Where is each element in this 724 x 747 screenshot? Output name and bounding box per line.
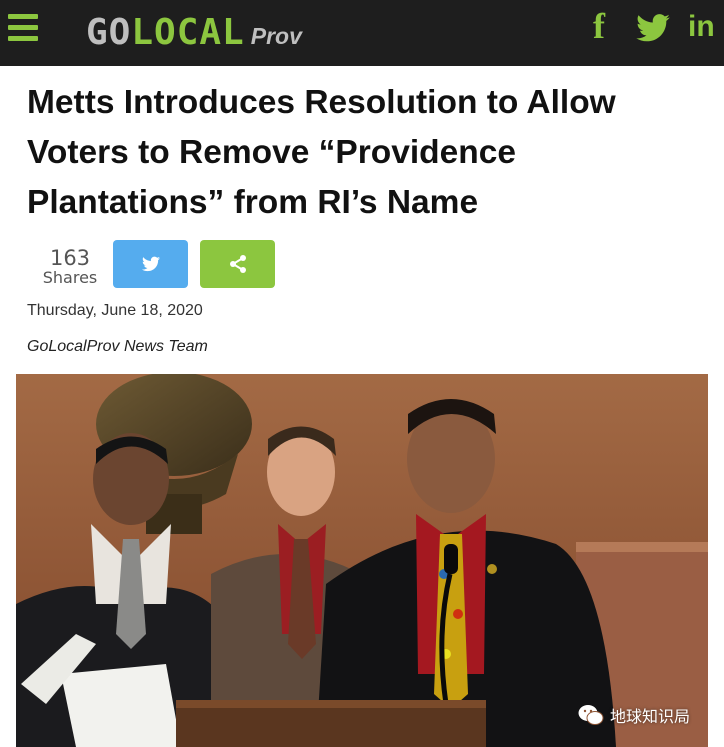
- article-photo: 地球知识局: [16, 374, 708, 747]
- share-count-number: 163: [49, 246, 91, 270]
- share-icon: [229, 255, 246, 273]
- site-header: GOLOCAL Prov f in: [0, 0, 724, 66]
- share-count: 163 Shares: [36, 247, 104, 287]
- twitter-share-button[interactable]: [113, 240, 188, 288]
- share-button[interactable]: [200, 240, 275, 288]
- logo-local-text: LOCAL: [131, 12, 245, 53]
- wechat-icon: [578, 705, 604, 725]
- hamburger-menu-icon[interactable]: [8, 12, 40, 44]
- logo-go-text: GO: [86, 12, 132, 53]
- article-headline: Metts Introduces Resolution to Allow Vot…: [27, 84, 616, 221]
- facebook-icon[interactable]: f: [593, 8, 605, 44]
- share-count-label: Shares: [42, 268, 98, 287]
- linkedin-icon[interactable]: in: [688, 8, 715, 44]
- watermark: 地球知识局: [578, 703, 690, 727]
- site-logo[interactable]: GOLOCAL Prov: [86, 12, 302, 53]
- watermark-text: 地球知识局: [609, 707, 690, 726]
- press-conference-illustration: [16, 374, 708, 747]
- twitter-icon[interactable]: [636, 14, 670, 50]
- article-byline[interactable]: GoLocalProv News Team: [27, 338, 208, 356]
- twitter-bird-icon: [141, 256, 160, 272]
- logo-prov-text: Prov: [250, 23, 302, 49]
- article-date: Thursday, June 18, 2020: [27, 302, 203, 319]
